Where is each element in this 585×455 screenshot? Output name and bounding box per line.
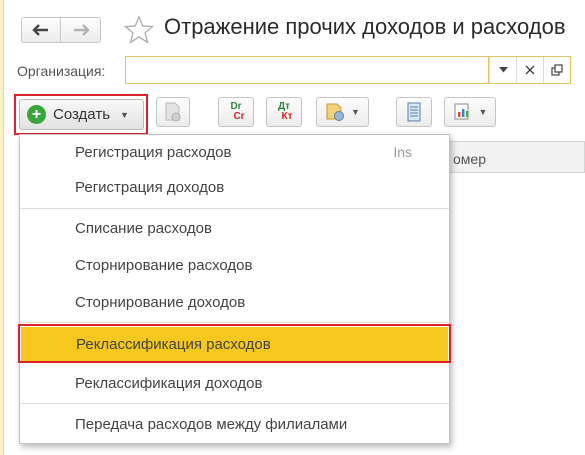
menu-item-reverse-expenses[interactable]: Сторнирование расходов	[20, 248, 449, 284]
open-button[interactable]	[543, 57, 570, 83]
menu-item-label: Регистрация доходов	[75, 179, 225, 196]
back-button[interactable]	[21, 17, 61, 43]
forward-button[interactable]	[61, 17, 101, 43]
menu-separator	[20, 403, 449, 404]
menu-separator	[20, 208, 449, 209]
menu-item-write-off-expenses[interactable]: Списание расходов	[20, 211, 449, 247]
selected-item-highlight	[18, 324, 451, 363]
menu-item-label: Передача расходов между филиалами	[75, 416, 348, 433]
dr-cr-button[interactable]: Dr Cr	[218, 97, 254, 127]
organization-field[interactable]	[125, 56, 489, 84]
menu-item-label: Регистрация расходов	[75, 144, 232, 161]
menu-item-register-income[interactable]: Регистрация доходов	[20, 170, 449, 206]
document-add-icon	[165, 102, 181, 122]
reports-button[interactable]: ▼	[444, 97, 496, 127]
menu-separator	[20, 322, 449, 323]
cr-text: Cr	[233, 111, 245, 122]
create-button[interactable]: + Создать ▼	[19, 99, 144, 130]
document-settings-icon	[326, 103, 345, 121]
close-icon	[525, 65, 535, 75]
menu-item-reverse-income[interactable]: Сторнирование доходов	[20, 285, 449, 321]
arrow-left-icon	[32, 24, 48, 36]
menu-item-shortcut: Ins	[393, 144, 412, 160]
favorite-star-icon[interactable]	[124, 15, 154, 45]
chevron-down-icon: ▼	[351, 107, 360, 117]
menu-item-register-expenses[interactable]: Регистрация расходов Ins	[20, 135, 449, 171]
create-dropdown-menu: Регистрация расходов Ins Регистрация дох…	[19, 134, 450, 444]
dt-kt-button[interactable]: Дт Кт	[266, 97, 302, 127]
copy-document-button[interactable]	[156, 97, 190, 127]
plus-icon: +	[27, 105, 46, 124]
create-button-label: Создать	[53, 106, 111, 123]
menu-item-label: Сторнирование доходов	[75, 294, 246, 311]
organization-label: Организация:	[17, 63, 106, 79]
menu-item-transfer-expenses-branches[interactable]: Передача расходов между филиалами	[20, 407, 449, 443]
related-documents-button[interactable]: ▼	[316, 97, 369, 127]
clear-button[interactable]	[516, 57, 543, 83]
list-settings-button[interactable]	[396, 97, 432, 127]
list-icon	[407, 102, 421, 122]
arrow-right-icon	[73, 24, 90, 36]
open-window-icon	[551, 64, 563, 76]
report-chart-icon	[454, 103, 469, 120]
menu-item-reclassify-income[interactable]: Реклассификация доходов	[20, 366, 449, 402]
organization-field-buttons	[489, 56, 571, 84]
page-title: Отражение прочих доходов и расходов	[164, 14, 566, 39]
dt-kt-icon: Дт Кт	[275, 102, 293, 122]
menu-item-label: Реклассификация доходов	[75, 375, 263, 392]
chevron-down-icon: ▼	[120, 109, 129, 120]
chevron-down-icon	[498, 67, 508, 73]
chevron-down-icon: ▼	[478, 107, 488, 117]
kt-text: Кт	[281, 111, 293, 122]
left-panel-edge	[0, 0, 4, 455]
menu-item-label: Сторнирование расходов	[75, 257, 253, 274]
menu-item-label: Списание расходов	[75, 220, 212, 237]
dropdown-button[interactable]	[489, 57, 516, 83]
dr-cr-icon: Dr Cr	[227, 102, 244, 122]
